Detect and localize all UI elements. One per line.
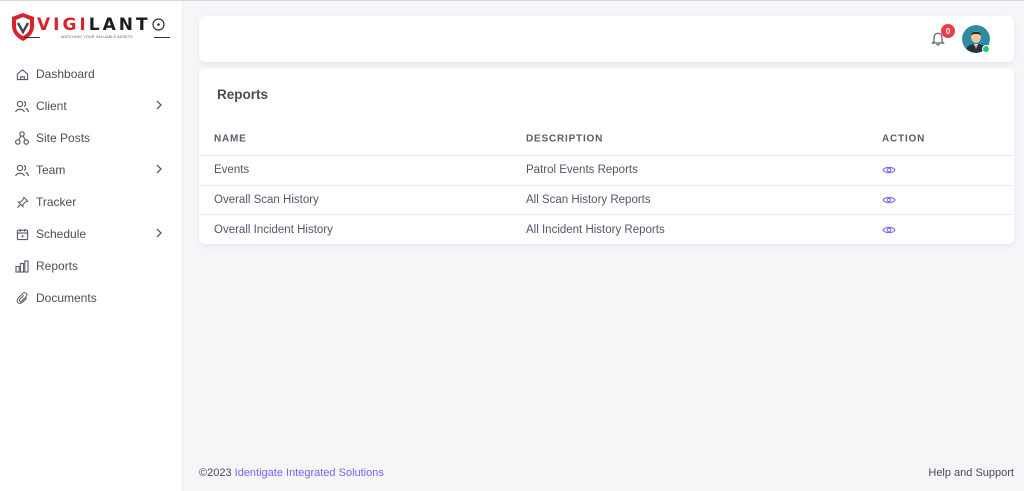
sidebar-item-site-posts[interactable]: Site Posts	[0, 122, 183, 154]
report-name: Overall Scan History	[214, 193, 319, 206]
bar-chart-icon	[15, 259, 29, 273]
sidebar-item-team[interactable]: Team	[0, 154, 183, 186]
brand-logo[interactable]: VIGILANT WATCHING YOUR VALUABLE ASSETS	[10, 12, 170, 44]
column-header-action: ACTION	[882, 133, 926, 145]
sidebar-item-documents[interactable]: Documents	[0, 282, 183, 314]
report-description: All Incident History Reports	[526, 223, 665, 236]
chevron-right-icon	[156, 164, 162, 174]
paperclip-icon	[15, 291, 29, 305]
users-icon	[15, 99, 29, 113]
sidebar-item-tracker[interactable]: Tracker	[0, 186, 183, 218]
brand-tagline: WATCHING YOUR VALUABLE ASSETS	[24, 35, 170, 39]
sidebar-item-dashboard[interactable]: Dashboard	[0, 58, 183, 90]
calendar-icon	[15, 227, 29, 241]
sidebar-item-client[interactable]: Client	[0, 90, 183, 122]
sitemap-icon	[15, 131, 29, 145]
help-support-link[interactable]: Help and Support	[928, 467, 1014, 479]
sidebar-item-label: Schedule	[36, 227, 87, 241]
table-row: Overall Scan History All Scan History Re…	[199, 186, 1014, 215]
sidebar: VIGILANT WATCHING YOUR VALUABLE ASSETS D…	[0, 1, 183, 491]
sidebar-item-reports[interactable]: Reports	[0, 250, 183, 282]
table-row: Overall Incident History All Incident Hi…	[199, 215, 1014, 245]
sidebar-item-label: Dashboard	[36, 67, 95, 81]
report-name: Events	[214, 164, 250, 177]
eye-icon[interactable]	[882, 165, 896, 175]
home-icon	[15, 67, 29, 81]
page-title: Reports	[217, 87, 269, 102]
chevron-right-icon	[156, 228, 162, 238]
eye-icon[interactable]	[882, 195, 896, 205]
chevron-right-icon	[156, 100, 162, 110]
footer-copyright: ©2023 Identigate Integrated Solutions	[199, 467, 384, 479]
target-icon	[152, 18, 165, 31]
users-icon	[15, 163, 29, 177]
report-name: Overall Incident History	[214, 223, 333, 236]
report-description: All Scan History Reports	[526, 193, 651, 206]
table-header: NAME DESCRIPTION ACTION	[199, 123, 1014, 156]
column-header-name: NAME	[214, 133, 247, 145]
sidebar-item-label: Tracker	[36, 195, 77, 209]
sidebar-item-label: Team	[36, 163, 66, 177]
pin-icon	[15, 195, 29, 209]
reports-table: NAME DESCRIPTION ACTION Events Patrol Ev…	[199, 123, 1014, 245]
sidebar-item-label: Reports	[36, 259, 79, 273]
copyright-year: ©2023	[199, 467, 232, 479]
eye-icon[interactable]	[882, 225, 896, 235]
notification-badge[interactable]: 0	[941, 24, 955, 38]
company-link[interactable]: Identigate Integrated Solutions	[235, 467, 384, 479]
online-status-dot	[982, 45, 990, 53]
top-navbar: 0	[199, 16, 1014, 62]
brand-wordmark: VIGILANT	[37, 15, 151, 35]
sidebar-item-label: Site Posts	[36, 131, 91, 145]
sidebar-item-label: Documents	[36, 291, 97, 305]
column-header-description: DESCRIPTION	[526, 133, 604, 145]
sidebar-item-schedule[interactable]: Schedule	[0, 218, 183, 250]
sidebar-item-label: Client	[36, 99, 67, 113]
sidebar-nav: Dashboard Client Site Posts Team Tracker…	[0, 58, 183, 314]
report-description: Patrol Events Reports	[526, 164, 638, 177]
reports-card: Reports NAME DESCRIPTION ACTION Events P…	[199, 68, 1014, 244]
table-row: Events Patrol Events Reports	[199, 156, 1014, 186]
